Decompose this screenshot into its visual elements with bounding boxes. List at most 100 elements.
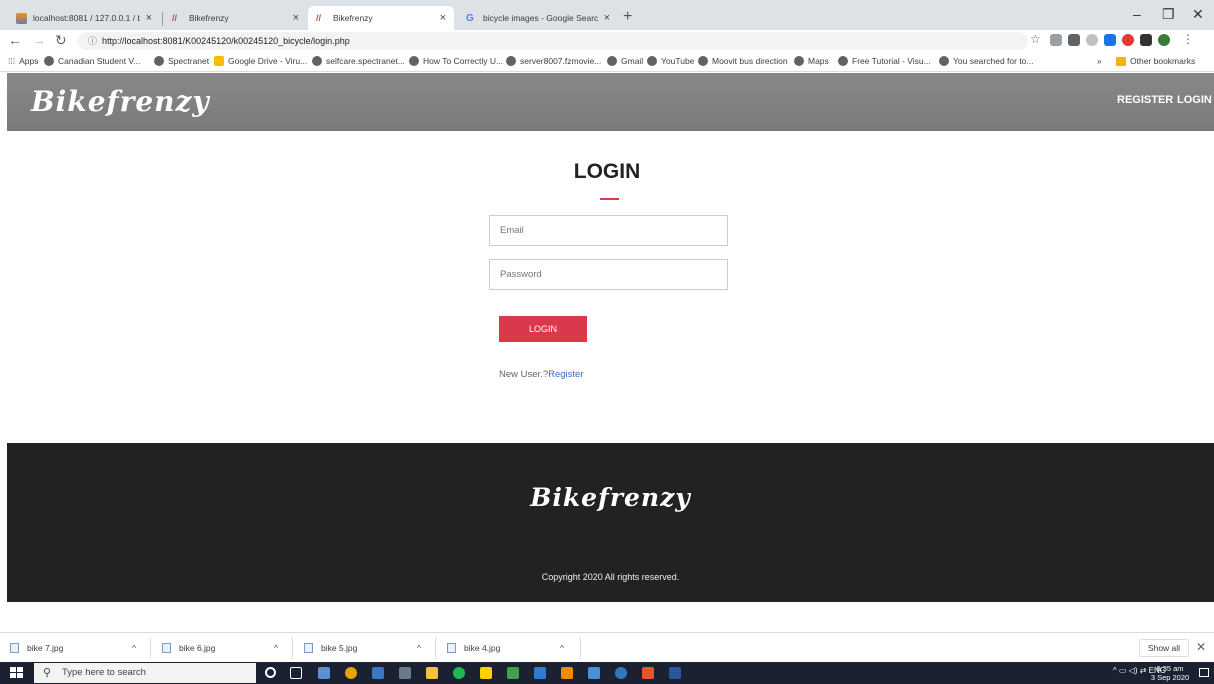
word-icon[interactable] <box>669 667 681 679</box>
bookmark-item[interactable]: Google Drive - Viru... <box>214 56 307 66</box>
search-icon: ⚲ <box>43 667 52 679</box>
bookmark-item[interactable]: How To Correctly U... <box>409 56 503 66</box>
menu-icon[interactable]: ⋮ <box>1182 32 1194 46</box>
apps-grid-icon: ⁞⁞⁞ <box>8 56 16 66</box>
tab-divider <box>162 12 163 26</box>
download-options-icon[interactable]: ^ <box>417 643 421 653</box>
bookmark-item[interactable]: Maps <box>794 56 829 66</box>
extensions-puzzle-icon[interactable] <box>1140 34 1152 46</box>
phpmyadmin-icon <box>16 12 27 24</box>
bookmark-item[interactable]: Spectranet <box>154 56 209 66</box>
app-icon[interactable] <box>642 667 654 679</box>
download-item[interactable]: bike 5.jpg <box>304 643 357 653</box>
app-icon[interactable] <box>318 667 330 679</box>
extension-icon[interactable] <box>1104 34 1116 46</box>
app-icon[interactable] <box>588 667 600 679</box>
nav-login-link[interactable]: LOGIN <box>1177 94 1212 106</box>
task-view-icon[interactable] <box>290 667 302 679</box>
register-link[interactable]: Register <box>548 369 583 380</box>
app-icon[interactable] <box>507 667 519 679</box>
spotify-icon[interactable] <box>453 667 465 679</box>
tab-bikefrenzy-1[interactable]: // Bikefrenzy × <box>164 6 307 30</box>
show-all-button[interactable]: Show all <box>1139 639 1189 657</box>
download-item[interactable]: bike 4.jpg <box>447 643 500 653</box>
file-explorer-icon[interactable] <box>426 667 438 679</box>
extension-icon[interactable] <box>1050 34 1062 46</box>
window-close-icon[interactable]: ✕ <box>1192 6 1204 23</box>
download-item[interactable]: bike 7.jpg <box>10 643 63 653</box>
close-tab-icon[interactable]: × <box>146 12 152 24</box>
chrome-icon[interactable] <box>345 667 357 679</box>
site-header: Bikefrenzy REGISTER LOGIN <box>7 73 1214 131</box>
tray-icons: ^ ▭ ◁) ⇄ <box>1112 666 1149 675</box>
taskbar-search-box[interactable]: ⚲ Type here to search <box>34 663 256 683</box>
back-icon[interactable]: ← <box>8 32 22 48</box>
minimize-icon[interactable]: – <box>1133 6 1141 22</box>
globe-icon <box>506 56 516 66</box>
site-logo[interactable]: Bikefrenzy <box>31 85 210 118</box>
reload-icon[interactable]: ↻ <box>55 32 67 49</box>
bookmarks-overflow-button[interactable]: » <box>1097 56 1102 66</box>
close-tab-icon[interactable]: × <box>440 12 446 24</box>
edge-icon[interactable] <box>615 667 627 679</box>
download-divider <box>435 637 436 659</box>
notification-icon[interactable] <box>1199 668 1209 677</box>
download-item[interactable]: bike 6.jpg <box>162 643 215 653</box>
close-shelf-icon[interactable]: ✕ <box>1196 640 1206 654</box>
profile-avatar[interactable] <box>1158 34 1170 46</box>
title-underline <box>600 198 619 200</box>
bookmark-star-icon[interactable]: ☆ <box>1030 32 1041 46</box>
google-drive-icon <box>214 56 224 66</box>
download-options-icon[interactable]: ^ <box>560 643 564 653</box>
bookmark-item[interactable]: Moovit bus direction <box>698 56 788 66</box>
search-placeholder: Type here to search <box>62 667 146 678</box>
download-options-icon[interactable]: ^ <box>132 643 136 653</box>
globe-icon <box>794 56 804 66</box>
tab-title: bicycle images - Google Search <box>483 13 598 23</box>
login-button[interactable]: LOGIN <box>499 316 587 342</box>
cortana-icon[interactable] <box>265 667 276 678</box>
tab-title: localhost:8081 / 127.0.0.1 / bike <box>33 13 140 23</box>
page-title: LOGIN <box>573 160 641 183</box>
bookmark-item[interactable]: YouTube <box>647 56 694 66</box>
tab-google-search[interactable]: G bicycle images - Google Search × <box>458 6 618 30</box>
restore-icon[interactable]: ❐ <box>1162 6 1175 23</box>
taskbar-clock[interactable]: 6:35 am 3 Sep 2020 <box>1150 664 1190 682</box>
download-divider <box>150 637 151 659</box>
extension-icon[interactable] <box>1122 34 1134 46</box>
bookmark-apps[interactable]: ⁞⁞⁞ Apps <box>8 56 38 66</box>
bookmark-item[interactable]: Free Tutorial - Visu... <box>838 56 931 66</box>
extension-icon[interactable] <box>1068 34 1080 46</box>
email-field[interactable] <box>489 215 728 246</box>
bookmark-item[interactable]: Gmail <box>607 56 643 66</box>
nav-register-link[interactable]: REGISTER <box>1117 94 1173 106</box>
tab-bikefrenzy-active[interactable]: // Bikefrenzy × <box>308 6 454 30</box>
windows-start-icon[interactable] <box>10 667 23 679</box>
download-divider <box>580 637 581 659</box>
globe-icon <box>312 56 322 66</box>
close-tab-icon[interactable]: × <box>604 12 610 24</box>
site-footer: Bikefrenzy Copyright 2020 All rights res… <box>7 443 1214 602</box>
app-icon[interactable] <box>480 667 492 679</box>
browser-tab-strip: localhost:8081 / 127.0.0.1 / bike × // B… <box>0 0 1214 30</box>
app-icon[interactable] <box>534 667 546 679</box>
tab-phpmyadmin[interactable]: localhost:8081 / 127.0.0.1 / bike × <box>8 6 160 30</box>
other-bookmarks[interactable]: Other bookmarks <box>1116 56 1195 66</box>
address-bar[interactable]: ⓘ http://localhost:8081/K00245120/k002451… <box>78 32 1028 50</box>
password-field[interactable] <box>489 259 728 290</box>
browser-toolbar: ← → ↻ ⓘ http://localhost:8081/K00245120/k… <box>0 30 1214 52</box>
forward-icon[interactable]: → <box>32 32 46 48</box>
app-icon[interactable] <box>372 667 384 679</box>
bookmark-item[interactable]: selfcare.spectranet... <box>312 56 405 66</box>
app-icon[interactable] <box>399 667 411 679</box>
bookmark-item[interactable]: Canadian Student V... <box>44 56 140 66</box>
bookmark-item[interactable]: server8007.fzmovie... <box>506 56 601 66</box>
download-options-icon[interactable]: ^ <box>274 643 278 653</box>
globe-icon <box>44 56 54 66</box>
close-tab-icon[interactable]: × <box>293 12 299 24</box>
folder-icon <box>1116 56 1126 66</box>
bookmark-item[interactable]: You searched for to... <box>939 56 1034 66</box>
new-tab-button[interactable]: + <box>623 8 632 26</box>
extension-icon[interactable] <box>1086 34 1098 46</box>
vlc-icon[interactable] <box>561 667 573 679</box>
